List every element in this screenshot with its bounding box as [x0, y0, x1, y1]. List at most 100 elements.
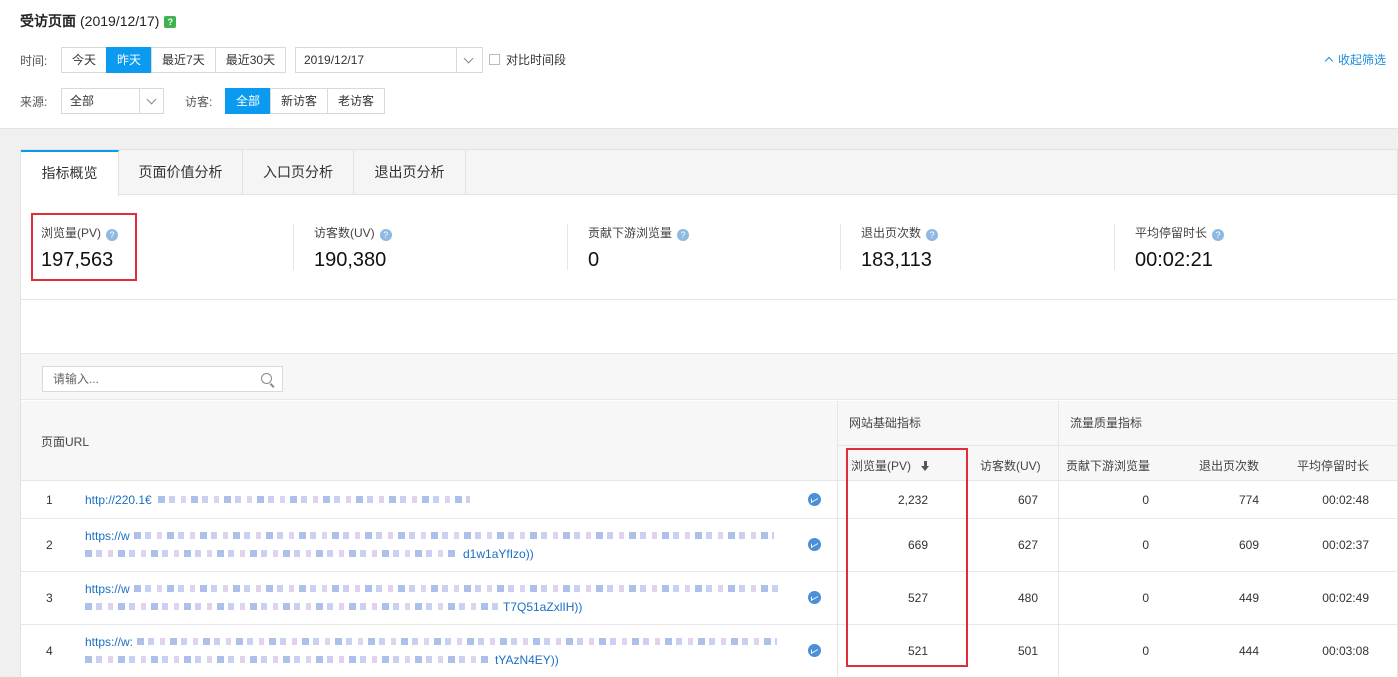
row-url[interactable]: https://w:	[85, 635, 778, 649]
divider	[1058, 401, 1059, 481]
table-row: 2 https://w d1w1aYfIzo)) 669 627 0 609 0…	[21, 519, 1397, 572]
row-url-text: https://w:	[85, 635, 134, 649]
divider	[1058, 572, 1059, 625]
help-icon[interactable]: ?	[164, 16, 177, 28]
page-title-text: 受访页面	[20, 13, 76, 29]
cell-uv: 501	[1017, 644, 1038, 658]
time-yesterday-button[interactable]: 昨天	[106, 47, 153, 73]
row-url-tail: d1w1aYfIzo))	[463, 547, 534, 561]
redaction-mask	[133, 532, 774, 539]
col-url-header: 页面URL	[41, 435, 90, 449]
row-url[interactable]: https://w	[85, 582, 779, 596]
divider	[1058, 625, 1059, 677]
time-label: 时间:	[20, 54, 48, 68]
cell-exits: 449	[1238, 591, 1259, 605]
row-url[interactable]: http://220.1€	[85, 493, 470, 507]
cell-avg-time: 00:02:48	[1322, 493, 1369, 507]
row-url-tail: tYAzN4EY))	[495, 653, 559, 667]
row-url-text: https://w	[85, 582, 130, 596]
cell-avg-time: 00:02:49	[1322, 591, 1369, 605]
help-icon[interactable]: ?	[379, 229, 392, 241]
trend-chart-icon[interactable]	[808, 493, 821, 506]
divider	[837, 572, 838, 625]
table-row: 1 http://220.1€ 2,232 607 0 774 00:02:48	[21, 481, 1397, 519]
row-url-text: http://220.1€	[85, 493, 152, 507]
col-avg-time-header[interactable]: 平均停留时长	[1297, 457, 1369, 474]
tab-exit-page[interactable]: 退出页分析	[354, 150, 466, 195]
date-value: 2019/12/17	[304, 53, 365, 67]
redaction-mask	[85, 550, 459, 557]
compare-label[interactable]: 对比时间段	[506, 51, 566, 68]
row-url-text: https://w	[85, 529, 130, 543]
row-index: 2	[46, 538, 53, 552]
row-url-line2[interactable]: d1w1aYfIzo))	[85, 547, 534, 561]
help-icon[interactable]: ?	[1212, 229, 1225, 241]
trend-chart-icon[interactable]	[808, 644, 821, 657]
visitor-type-buttons: 全部 新访客 老访客	[225, 88, 386, 114]
cell-exits: 774	[1238, 493, 1259, 507]
time-today-button[interactable]: 今天	[61, 47, 108, 73]
source-select[interactable]: 全部	[61, 88, 164, 114]
divider	[837, 519, 838, 572]
chevron-down-icon[interactable]	[456, 48, 482, 72]
trend-chart-icon[interactable]	[808, 591, 821, 604]
metric-downstream-value: 0	[588, 249, 600, 271]
collapse-filter-link[interactable]: 收起筛选	[1324, 51, 1387, 68]
search-icon[interactable]	[261, 373, 272, 384]
search-box	[42, 366, 283, 392]
search-input[interactable]	[53, 371, 243, 387]
metric-exits-label: 退出页次数	[861, 226, 922, 240]
row-url-tail: T7Q51aZxlIH))	[503, 600, 583, 614]
help-icon[interactable]: ?	[926, 229, 939, 241]
filter-area: 受访页面 (2019/12/17)? 时间: 今天 昨天 最近7天 最近30天 2…	[0, 0, 1398, 129]
cell-avg-time: 00:03:08	[1322, 644, 1369, 658]
cell-downstream: 0	[1142, 493, 1149, 507]
time-last30-button[interactable]: 最近30天	[214, 47, 287, 73]
cell-uv: 627	[1017, 538, 1038, 552]
compare-checkbox[interactable]	[489, 54, 500, 65]
row-url-line2[interactable]: tYAzN4EY))	[85, 653, 559, 667]
highlight-box	[31, 213, 137, 281]
collapse-filter-text: 收起筛选	[1338, 53, 1387, 67]
cell-exits: 444	[1238, 644, 1259, 658]
row-url-line2[interactable]: T7Q51aZxlIH))	[85, 600, 582, 614]
col-downstream-header[interactable]: 贡献下游浏览量	[1066, 457, 1150, 474]
divider	[837, 481, 838, 519]
divider	[840, 224, 841, 270]
visitor-all-button[interactable]: 全部	[225, 88, 272, 114]
group-quality-header: 流量质量指标	[1070, 416, 1143, 430]
row-url[interactable]: https://w	[85, 529, 774, 543]
visitor-returning-button[interactable]: 老访客	[327, 88, 386, 114]
cell-downstream: 0	[1142, 644, 1149, 658]
metric-avg-time-value: 00:02:21	[1135, 249, 1213, 271]
metric-exits: 退出页次数? 183,113	[861, 224, 939, 272]
col-exits-header[interactable]: 退出页次数	[1199, 457, 1259, 474]
col-uv-header[interactable]: 访客数(UV)	[980, 457, 1041, 474]
visitor-label: 访客:	[185, 95, 213, 109]
metric-avg-time: 平均停留时长? 00:02:21	[1135, 224, 1225, 272]
help-icon[interactable]: ?	[677, 229, 690, 241]
tab-page-value[interactable]: 页面价值分析	[119, 150, 243, 195]
highlight-box	[846, 448, 968, 667]
chevron-down-icon[interactable]	[139, 89, 163, 113]
metric-uv-label: 访客数(UV)	[314, 226, 375, 240]
visitor-new-button[interactable]: 新访客	[270, 88, 329, 114]
metric-downstream-label: 贡献下游浏览量	[588, 226, 673, 240]
date-picker[interactable]: 2019/12/17	[295, 47, 483, 73]
time-range-buttons: 今天 昨天 最近7天 最近30天	[61, 47, 287, 73]
chevron-up-icon	[1324, 56, 1334, 66]
page-title: 受访页面 (2019/12/17)?	[20, 11, 177, 31]
divider	[837, 401, 838, 481]
table-row: 4 https://w: tYAzN4EY)) 521 501 0 444 00…	[21, 625, 1397, 677]
divider	[293, 224, 294, 270]
tab-entry-page[interactable]: 入口页分析	[243, 150, 354, 195]
page-title-date: (2019/12/17)	[80, 13, 160, 29]
table-row: 3 https://w T7Q51aZxlIH)) 527 480 0 449 …	[21, 572, 1397, 625]
cell-downstream: 0	[1142, 591, 1149, 605]
trend-chart-icon[interactable]	[808, 538, 821, 551]
tab-overview[interactable]: 指标概览	[21, 150, 119, 196]
metric-uv: 访客数(UV)? 190,380	[314, 224, 392, 272]
table-toolbar	[21, 353, 1397, 400]
time-last7-button[interactable]: 最近7天	[151, 47, 216, 73]
redaction-mask	[85, 656, 491, 663]
